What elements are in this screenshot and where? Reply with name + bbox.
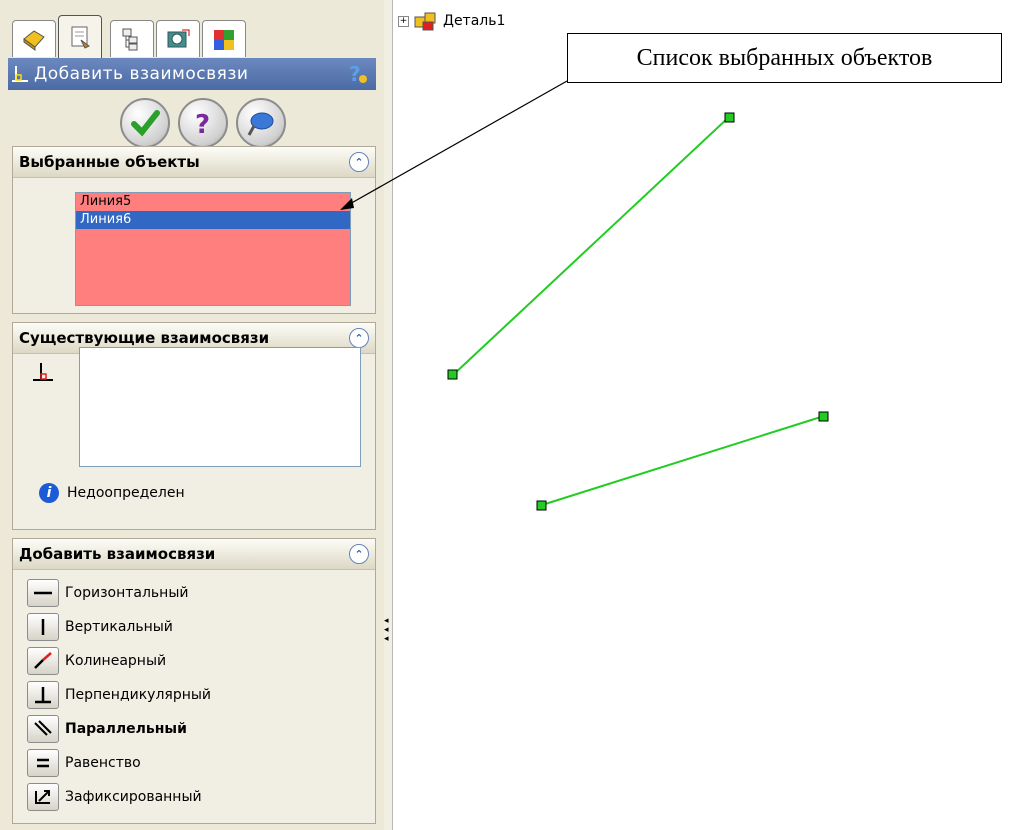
relation-option-perpendicular[interactable]: Перпендикулярный [27, 679, 211, 711]
add-relations-header[interactable]: Добавить взаимосвязи ⌃ [13, 539, 375, 570]
help-icon: ? [195, 110, 210, 138]
feature-manager-tab[interactable] [12, 20, 56, 57]
property-manager-icon [71, 26, 90, 49]
info-icon: i [39, 483, 59, 503]
ok-icon [131, 110, 160, 137]
part-icon [414, 12, 436, 31]
selected-objects-header[interactable]: Выбранные объекты ⌃ [13, 147, 375, 178]
relation-label: Колинеарный [65, 653, 167, 669]
ok-button[interactable] [120, 98, 170, 148]
equal-icon [37, 758, 49, 768]
pushpin-button[interactable] [236, 98, 286, 148]
splitter-arrows-icon[interactable]: ◂ ◂ ◂ [384, 617, 389, 644]
svg-text:?: ? [195, 110, 210, 138]
add-relation-icon [12, 66, 28, 82]
collapse-icon[interactable]: ⌃ [349, 544, 369, 564]
property-manager-panel: Добавить взаимосвязи ? ? Выбранные объек… [0, 0, 385, 830]
property-manager-tab[interactable] [58, 15, 102, 58]
relation-option-fix[interactable]: Зафиксированный [27, 781, 202, 813]
panel-tabs [12, 15, 372, 60]
relation-label: Равенство [65, 755, 141, 771]
collapse-icon[interactable]: ⌃ [349, 152, 369, 172]
panel-splitter[interactable]: ◂ ◂ ◂ [384, 0, 393, 830]
add-relations-title: Добавить взаимосвязи [19, 545, 216, 563]
dimxpert-tab[interactable] [156, 20, 200, 57]
action-buttons: ? [120, 98, 286, 148]
selected-objects-group: Выбранные объекты ⌃ Линия5 Линия6 [12, 146, 376, 314]
fix-button[interactable] [27, 783, 59, 811]
relation-option-horizontal[interactable]: Горизонтальный [27, 577, 189, 609]
horizontal-button[interactable] [27, 579, 59, 607]
selected-objects-title: Выбранные объекты [19, 153, 200, 171]
selected-objects-list[interactable]: Линия5 Линия6 [75, 192, 351, 306]
list-item[interactable]: Линия6 [76, 211, 350, 229]
display-manager-tab[interactable] [202, 20, 246, 57]
collinear-icon [34, 652, 52, 669]
horizontal-icon [34, 591, 52, 595]
svg-text:?: ? [349, 62, 361, 86]
feature-manager-icon [23, 30, 45, 51]
relation-option-collinear[interactable]: Колинеарный [27, 645, 166, 677]
collinear-button[interactable] [27, 647, 59, 675]
relation-label: Вертикальный [65, 619, 173, 635]
relation-option-vertical[interactable]: Вертикальный [27, 611, 173, 643]
feature-tree-root[interactable]: + Деталь1 [398, 10, 505, 32]
collapse-icon[interactable]: ⌃ [349, 328, 369, 348]
relation-label: Горизонтальный [65, 585, 189, 601]
existing-relations-title: Существующие взаимосвязи [19, 329, 270, 347]
pushpin-icon [247, 112, 274, 136]
line-endpoint[interactable] [818, 411, 829, 422]
vertical-icon [41, 619, 45, 635]
part-name: Деталь1 [443, 13, 506, 29]
add-relations-group: Добавить взаимосвязи ⌃ Горизонтальный Ве… [12, 538, 376, 824]
expand-icon[interactable]: + [398, 15, 409, 27]
configuration-manager-icon [122, 28, 138, 51]
help-button[interactable]: ? [178, 98, 228, 148]
perpendicular-button[interactable] [27, 681, 59, 709]
status-text: Недоопределен [67, 485, 185, 501]
relation-option-equal[interactable]: Равенство [27, 747, 141, 779]
display-manager-icon [214, 30, 234, 50]
panel-help-icon[interactable]: ? [346, 62, 368, 86]
relation-option-parallel[interactable]: Параллельный [27, 713, 187, 745]
line-endpoint[interactable] [724, 112, 735, 123]
vertical-button[interactable] [27, 613, 59, 641]
relation-label: Зафиксированный [65, 789, 202, 805]
parallel-icon [34, 720, 52, 736]
equal-button[interactable] [27, 749, 59, 777]
line-endpoint[interactable] [447, 369, 458, 380]
relation-label: Перпендикулярный [65, 687, 212, 703]
sketch-line-6[interactable] [541, 415, 825, 506]
fix-icon [35, 790, 50, 804]
existing-relations-group: Существующие взаимосвязи ⌃ i Недоопредел… [12, 322, 376, 530]
relation-label: Параллельный [65, 721, 187, 737]
panel-title: Добавить взаимосвязи [34, 64, 249, 84]
panel-title-bar: Добавить взаимосвязи ? [8, 58, 376, 90]
existing-relations-list[interactable] [79, 347, 361, 467]
list-item[interactable]: Линия5 [76, 193, 350, 211]
status-row: i Недоопределен [39, 483, 185, 503]
line-endpoint[interactable] [536, 500, 547, 511]
callout-label: Список выбранных объектов [567, 33, 1002, 83]
configuration-manager-tab[interactable] [110, 20, 154, 57]
dimxpert-icon [167, 29, 190, 48]
relation-icon [33, 363, 53, 381]
perpendicular-icon [35, 687, 51, 704]
sketch-line-5[interactable] [452, 116, 730, 376]
parallel-button[interactable] [27, 715, 59, 743]
